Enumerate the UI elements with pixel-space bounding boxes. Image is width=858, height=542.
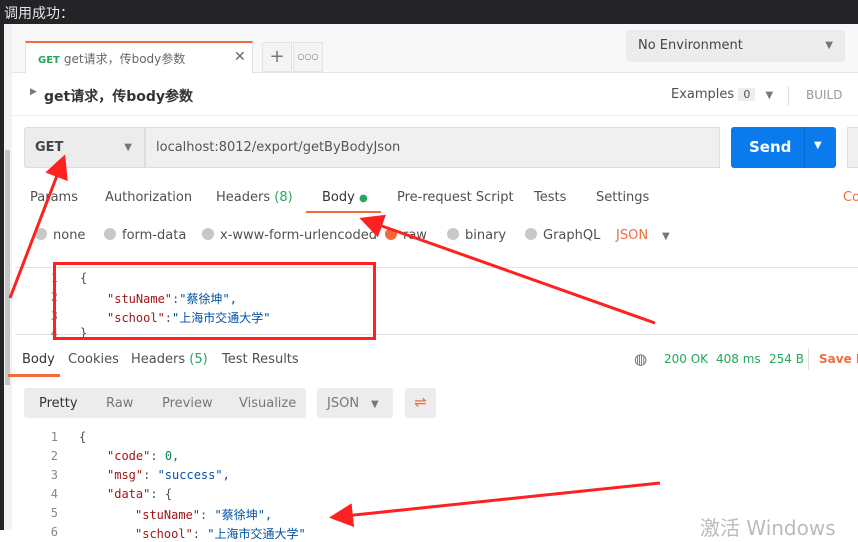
arrow-to-response [329,481,661,528]
arrow-to-body-tab [359,214,656,325]
arrow-to-method [8,154,68,299]
annotation-arrows [8,154,661,528]
